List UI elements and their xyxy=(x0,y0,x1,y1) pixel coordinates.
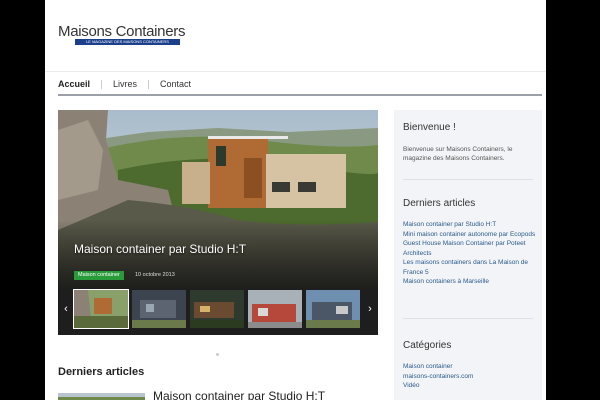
categories-list: Maison container maisons-containers.com … xyxy=(403,362,539,391)
logo-title: Maisons Containers xyxy=(58,23,186,40)
header-divider xyxy=(45,71,546,72)
slider-thumbnail[interactable] xyxy=(73,289,129,329)
page: Maisons Containers LE MAGAZINE DES MAISO… xyxy=(45,0,546,400)
recent-post-link[interactable]: Les maisons containers dans La Maison de… xyxy=(403,258,539,277)
site-logo[interactable]: Maisons Containers LE MAGAZINE DES MAISO… xyxy=(58,23,188,45)
category-link[interactable]: maisons-containers.com xyxy=(403,372,539,382)
slider-thumbnail[interactable] xyxy=(248,290,302,328)
nav-item-accueil[interactable]: Accueil xyxy=(58,79,90,89)
widget-divider xyxy=(403,318,533,319)
slider-thumbnails xyxy=(73,289,364,329)
widget-divider xyxy=(403,179,533,180)
recent-posts-title: Derniers articles xyxy=(403,198,476,209)
slider-thumbnail[interactable] xyxy=(132,290,186,328)
welcome-widget-title: Bienvenue ! xyxy=(403,122,456,133)
slide-image[interactable] xyxy=(58,110,378,288)
main-nav: Accueil Livres Contact xyxy=(58,77,191,91)
recent-post-link[interactable]: Maison container par Studio H:T xyxy=(403,220,539,230)
slide-date: 10 octobre 2013 xyxy=(135,272,175,278)
post-thumbnail[interactable] xyxy=(58,390,145,400)
slider-thumbnail[interactable] xyxy=(306,290,360,328)
category-link[interactable]: Maison container xyxy=(403,362,539,372)
chevron-left-icon[interactable]: ‹ xyxy=(62,303,70,315)
slide-title[interactable]: Maison container par Studio H:T xyxy=(74,242,246,256)
nav-separator xyxy=(148,79,150,89)
category-link[interactable]: Vidéo xyxy=(403,381,539,391)
latest-articles-title: Derniers articles xyxy=(58,366,145,378)
sidebar: Bienvenue ! Bienvenue sur Maisons Contai… xyxy=(394,110,542,400)
welcome-widget-text: Bienvenue sur Maisons Containers, le mag… xyxy=(403,146,513,162)
slider-pagination-dot[interactable] xyxy=(216,353,219,356)
nav-item-contact[interactable]: Contact xyxy=(160,79,191,89)
featured-slider: Maison container par Studio H:T Maison c… xyxy=(58,110,378,335)
recent-post-link[interactable]: Mini maison container autonome par Ecopo… xyxy=(403,230,539,240)
recent-post-link[interactable]: Guest House Maison Container par Poteet … xyxy=(403,239,539,258)
nav-underline xyxy=(58,94,542,96)
post-title[interactable]: Maison container par Studio H:T xyxy=(153,389,325,400)
nav-separator xyxy=(101,79,103,89)
categories-title: Catégories xyxy=(403,340,452,351)
chevron-right-icon[interactable]: › xyxy=(366,303,374,315)
slide-category-badge[interactable]: Maison container xyxy=(74,271,124,280)
nav-item-livres[interactable]: Livres xyxy=(113,79,137,89)
recent-post-link[interactable]: Maison containers à Marseille xyxy=(403,277,539,287)
logo-tagline: LE MAGAZINE DES MAISONS CONTAINERS xyxy=(75,39,180,45)
slider-thumbnail[interactable] xyxy=(190,290,244,328)
recent-posts-list: Maison container par Studio H:T Mini mai… xyxy=(403,220,539,287)
